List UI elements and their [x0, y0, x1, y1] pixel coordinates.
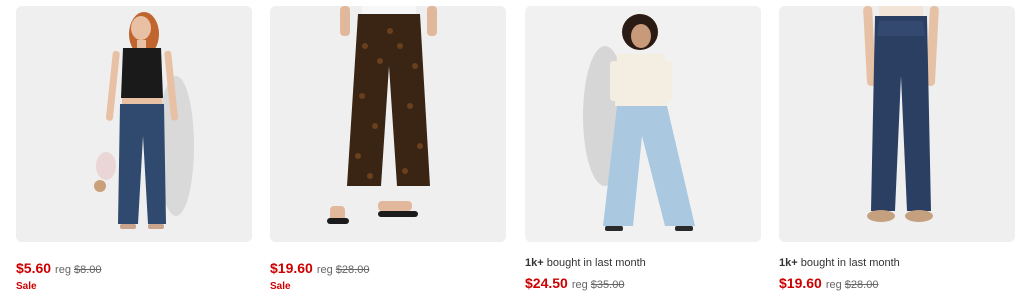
social-proof: 1k+ bought in last month: [779, 256, 1015, 270]
product-image[interactable]: [16, 6, 252, 242]
product-card[interactable]: 1k+ bought in last month $24.50 reg $35.…: [525, 6, 761, 291]
current-price: $19.60: [779, 275, 822, 291]
reg-price-value: $35.00: [590, 279, 625, 291]
price-row: $19.60 reg $28.00: [270, 260, 506, 278]
sale-badge: Sale: [270, 281, 291, 292]
regular-price: reg $28.00: [826, 279, 879, 291]
price-row: $24.50 reg $35.00: [525, 275, 761, 293]
price-row: $19.60 reg $28.00: [779, 275, 1015, 293]
product-info: $19.60 reg $28.00 Sale: [270, 260, 506, 293]
social-proof: 1k+ bought in last month: [525, 256, 761, 270]
regular-price: reg $28.00: [317, 264, 370, 276]
reg-label: reg: [55, 264, 71, 276]
reg-label: reg: [316, 264, 333, 276]
reg-label: reg: [571, 279, 588, 291]
product-image[interactable]: [270, 6, 506, 242]
product-info: 1k+ bought in last month $24.50 reg $35.…: [525, 256, 761, 293]
product-image[interactable]: [525, 6, 761, 242]
regular-price: reg $8.00: [55, 264, 102, 276]
product-card[interactable]: $5.60 reg $8.00 Sale: [16, 6, 252, 292]
social-proof-count: 1k+: [525, 257, 544, 269]
social-proof-count: 1k+: [779, 257, 798, 269]
social-proof-text: bought in last month: [546, 257, 646, 269]
current-price: $24.50: [525, 275, 568, 291]
product-info: $5.60 reg $8.00 Sale: [16, 260, 252, 293]
reg-label: reg: [825, 279, 842, 291]
current-price: $19.60: [270, 260, 313, 276]
current-price: $5.60: [16, 260, 52, 276]
reg-price-value: $28.00: [844, 279, 879, 291]
product-info: 1k+ bought in last month $19.60 reg $28.…: [779, 256, 1015, 293]
social-proof-text: bought in last month: [800, 257, 900, 269]
product-grid: $5.60 reg $8.00 Sale $19.60 reg $28.00 S…: [0, 0, 1024, 295]
product-card[interactable]: $19.60 reg $28.00 Sale: [270, 6, 506, 292]
product-image[interactable]: [779, 6, 1015, 242]
reg-price-value: $8.00: [74, 264, 102, 276]
regular-price: reg $35.00: [572, 279, 625, 291]
product-card[interactable]: 1k+ bought in last month $19.60 reg $28.…: [779, 6, 1015, 291]
sale-badge: Sale: [16, 281, 37, 292]
reg-price-value: $28.00: [335, 264, 370, 276]
price-row: $5.60 reg $8.00: [16, 260, 252, 278]
